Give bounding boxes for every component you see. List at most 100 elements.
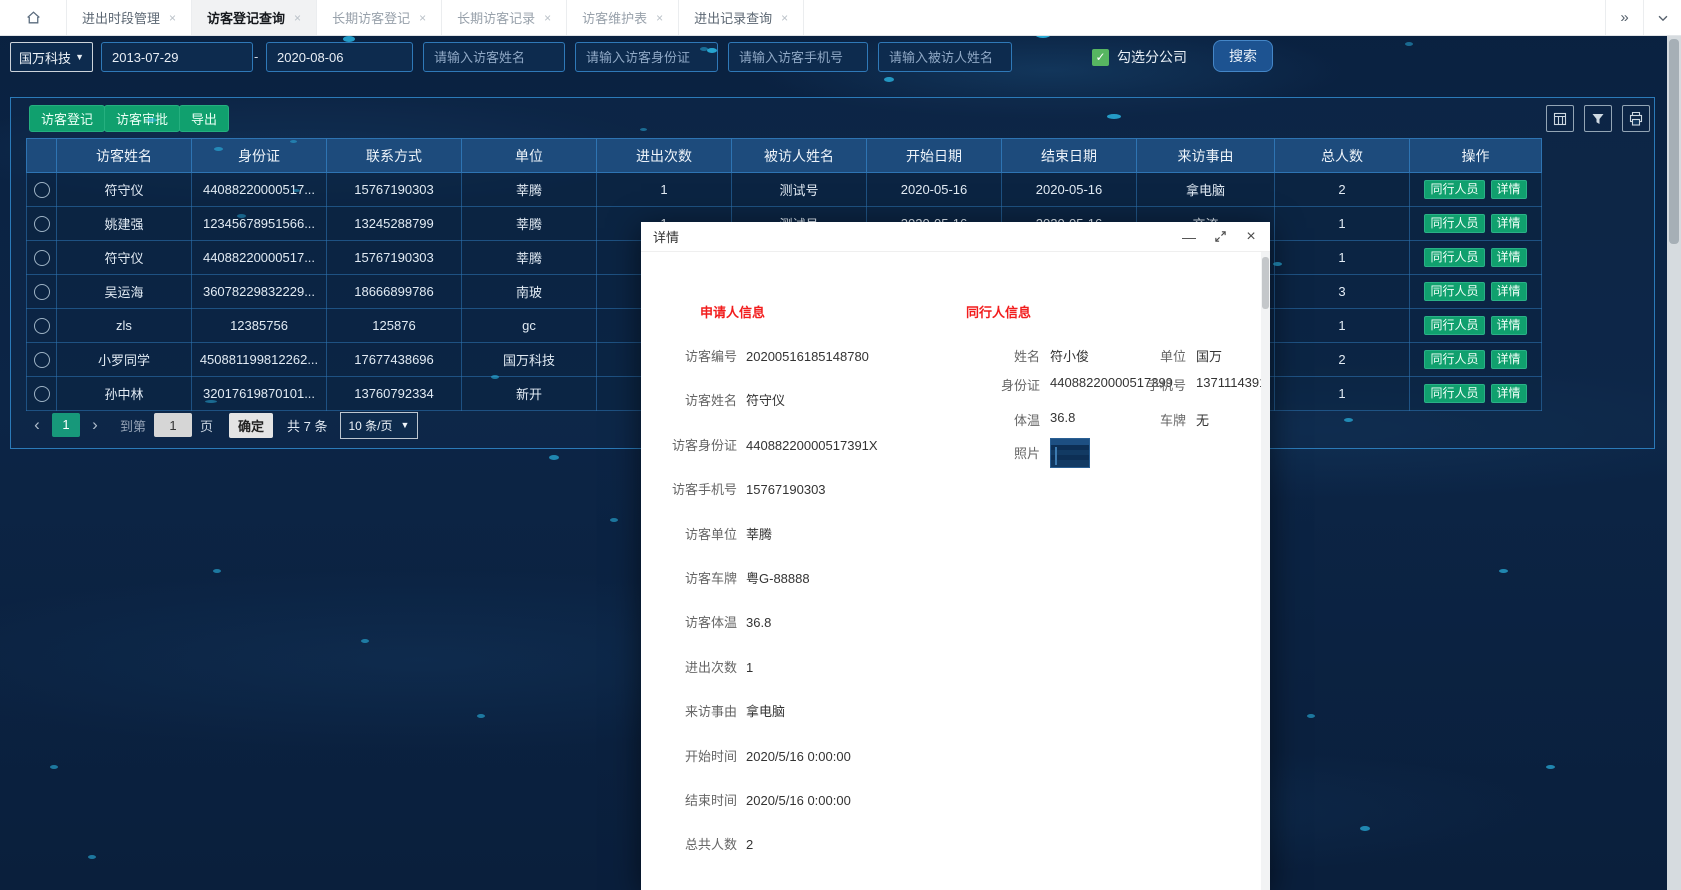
cell: 44088220000517... <box>192 241 327 275</box>
applicant-section-title: 申请人信息 <box>700 302 765 321</box>
field-value: 莘腾 <box>746 527 772 542</box>
tab-label: 进出时段管理 <box>82 8 160 27</box>
details-button[interactable]: 详情 <box>1491 180 1527 199</box>
field-value: 1 <box>746 660 753 675</box>
field-label: 进出次数 <box>647 657 737 676</box>
close-icon[interactable]: × <box>544 11 551 25</box>
page-unit-label: 页 <box>200 416 213 435</box>
visitor-name-input[interactable] <box>423 42 565 72</box>
companion-photo-thumbnail[interactable] <box>1050 438 1090 468</box>
field-value: 无 <box>1196 410 1209 429</box>
cell: 125876 <box>327 309 462 343</box>
visited-name-input[interactable] <box>878 42 1012 72</box>
columns-config-button[interactable] <box>1546 105 1574 132</box>
companions-button[interactable]: 同行人员 <box>1424 384 1484 403</box>
col-unit: 单位 <box>462 139 597 173</box>
tab-visitor-maintenance[interactable]: 访客维护表 × <box>567 0 679 35</box>
field-value: 拿电脑 <box>746 704 785 719</box>
details-button[interactable]: 详情 <box>1491 384 1527 403</box>
tab-list-button[interactable] <box>1643 0 1681 35</box>
row-radio[interactable] <box>34 386 50 402</box>
search-button[interactable]: 搜索 <box>1213 40 1273 72</box>
start-date-input[interactable] <box>101 42 253 72</box>
prev-page-button[interactable]: ‹ <box>26 415 48 435</box>
row-radio[interactable] <box>34 250 50 266</box>
cell: 符守仪 <box>57 241 192 275</box>
cell: 莘腾 <box>462 241 597 275</box>
details-modal: 详情 — × 申请人信息 访客编号20200516185148780 访客姓名符… <box>641 222 1270 890</box>
modal-scrollbar-thumb[interactable] <box>1262 257 1269 309</box>
tab-overflow-button[interactable]: » <box>1605 0 1643 35</box>
row-radio[interactable] <box>34 284 50 300</box>
close-icon[interactable]: × <box>656 11 663 25</box>
row-radio[interactable] <box>34 318 50 334</box>
details-button[interactable]: 详情 <box>1491 248 1527 267</box>
maximize-icon[interactable] <box>1213 230 1227 244</box>
page-scrollbar[interactable] <box>1667 36 1681 890</box>
tab-access-records-query[interactable]: 进出记录查询 × <box>679 0 804 35</box>
actions-cell: 同行人员详情 <box>1410 173 1542 207</box>
visitor-phone-input[interactable] <box>728 42 868 72</box>
tab-access-period[interactable]: 进出时段管理 × <box>67 0 192 35</box>
col-actions: 操作 <box>1410 139 1542 173</box>
minimize-icon[interactable]: — <box>1182 230 1196 244</box>
companions-button[interactable]: 同行人员 <box>1424 248 1484 267</box>
filter-button[interactable] <box>1584 105 1612 132</box>
tab-spacer <box>804 0 1605 35</box>
goto-confirm-button[interactable]: 确定 <box>229 413 273 438</box>
visitor-id-input[interactable] <box>575 42 718 72</box>
companions-button[interactable]: 同行人员 <box>1424 180 1484 199</box>
branch-checkbox-label: 勾选分公司 <box>1117 42 1187 72</box>
field-label: 访客车牌 <box>647 568 737 587</box>
companions-button[interactable]: 同行人员 <box>1424 214 1484 233</box>
export-button[interactable]: 导出 <box>179 105 229 132</box>
companion-section-title: 同行人信息 <box>966 302 1031 321</box>
close-icon[interactable]: × <box>419 11 426 25</box>
tab-visitor-register-query[interactable]: 访客登记查询 × <box>192 0 317 35</box>
modal-scrollbar[interactable] <box>1261 252 1270 890</box>
actions-cell: 同行人员详情 <box>1410 275 1542 309</box>
row-radio[interactable] <box>34 182 50 198</box>
tab-longterm-register[interactable]: 长期访客登记 × <box>317 0 442 35</box>
company-select[interactable]: 国万科技 ▼ <box>10 42 93 72</box>
next-page-button[interactable]: › <box>84 415 106 435</box>
goto-page-input[interactable] <box>154 413 192 437</box>
details-button[interactable]: 详情 <box>1491 282 1527 301</box>
companions-button[interactable]: 同行人员 <box>1424 316 1484 335</box>
close-icon[interactable]: × <box>294 11 301 25</box>
chevron-down-icon <box>1656 11 1670 25</box>
tab-bar: 进出时段管理 × 访客登记查询 × 长期访客登记 × 长期访客记录 × 访客维护… <box>0 0 1681 36</box>
page-scrollbar-thumb[interactable] <box>1669 39 1679 244</box>
close-icon[interactable]: × <box>169 11 176 25</box>
details-button[interactable]: 详情 <box>1491 316 1527 335</box>
field-label: 访客身份证 <box>647 435 737 454</box>
visitor-approve-button[interactable]: 访客审批 <box>104 105 180 132</box>
field-label: 访客体温 <box>647 612 737 631</box>
details-button[interactable]: 详情 <box>1491 214 1527 233</box>
home-tab[interactable] <box>0 0 67 35</box>
field-value: 44088220000517391X <box>746 438 878 453</box>
cell: 符守仪 <box>57 173 192 207</box>
field-label: 单位 <box>1096 346 1186 365</box>
current-page-button[interactable]: 1 <box>52 413 80 437</box>
branch-checkbox[interactable]: ✓ <box>1092 49 1109 66</box>
details-button[interactable]: 详情 <box>1491 350 1527 369</box>
table-row[interactable]: 符守仪44088220000517...15767190303莘腾1测试号202… <box>27 173 1542 207</box>
cell: 姚建强 <box>57 207 192 241</box>
row-radio[interactable] <box>34 216 50 232</box>
tab-label: 长期访客登记 <box>332 8 410 27</box>
end-date-input[interactable] <box>266 42 413 72</box>
modal-window-controls: — × <box>1182 230 1258 244</box>
close-icon[interactable]: × <box>781 11 788 25</box>
cell: 44088220000517... <box>192 173 327 207</box>
cell: 1 <box>1275 377 1410 411</box>
tab-longterm-records[interactable]: 长期访客记录 × <box>442 0 567 35</box>
close-icon[interactable]: × <box>1244 230 1258 244</box>
row-radio[interactable] <box>34 352 50 368</box>
print-button[interactable] <box>1622 105 1650 132</box>
field-label: 体温 <box>950 410 1040 429</box>
page-size-select[interactable]: 10 条/页 ▼ <box>340 412 419 439</box>
visitor-register-button[interactable]: 访客登记 <box>29 105 105 132</box>
companions-button[interactable]: 同行人员 <box>1424 282 1484 301</box>
companions-button[interactable]: 同行人员 <box>1424 350 1484 369</box>
